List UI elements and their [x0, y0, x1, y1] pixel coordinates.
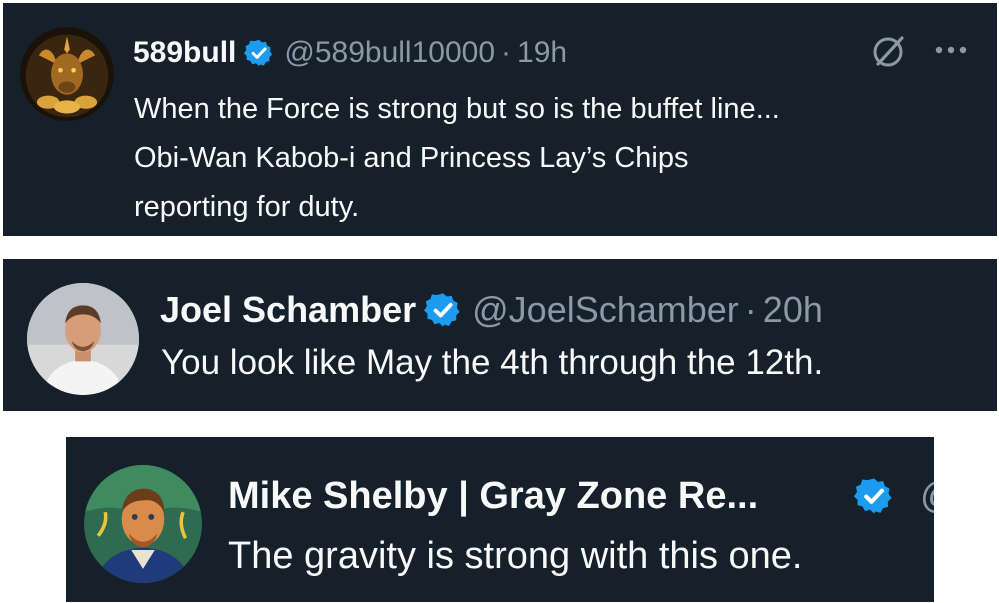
display-name[interactable]: Joel Schamber [160, 289, 416, 331]
painted-portrait-avatar-icon[interactable] [84, 465, 202, 583]
more-icon[interactable] [933, 43, 969, 57]
verified-badge-icon [424, 291, 462, 329]
separator-dot: · [744, 289, 757, 330]
person-avatar-icon[interactable] [27, 283, 139, 395]
timestamp[interactable]: 19h [517, 36, 567, 70]
tweet-text-line: reporting for duty. [134, 191, 360, 223]
verified-badge-wrap [854, 471, 904, 521]
timestamp[interactable]: 20h [763, 289, 823, 331]
handle[interactable]: @JoelSchamber [472, 289, 739, 331]
tweet-text-line: Obi-Wan Kabob-i and Princess Lay’s Chips [134, 142, 689, 174]
page: 589bull @589bull10000 · 19h When the For… [0, 0, 999, 603]
bull-avatar-icon[interactable] [20, 27, 114, 121]
tweet-text-line: When the Force is strong but so is the b… [134, 93, 780, 125]
display-name[interactable]: Mike Shelby | Gray Zone Re... [228, 475, 758, 518]
tweet-card[interactable]: Joel Schamber @JoelSchamber · 20h You lo… [3, 259, 997, 411]
tweet-card[interactable]: Mike Shelby | Gray Zone Re... @ The grav… [66, 437, 934, 602]
tweet-card[interactable]: 589bull @589bull10000 · 19h When the For… [3, 3, 997, 236]
tweet-text: When the Force is strong but so is the b… [134, 85, 780, 232]
handle[interactable]: @ [920, 471, 934, 521]
verified-badge-icon [244, 38, 274, 68]
verified-badge-icon [854, 476, 894, 516]
tweet-text-line: You look like May the 4th through the 12… [161, 343, 824, 382]
tweet-text-line: The gravity is strong with this one. [228, 535, 803, 577]
tweet-header: Mike Shelby | Gray Zone Re... [228, 471, 758, 521]
handle[interactable]: @589bull10000 [284, 36, 495, 70]
display-name[interactable]: 589bull [133, 36, 236, 70]
grok-icon[interactable] [869, 31, 909, 71]
separator-dot: · [501, 36, 512, 69]
tweet-header: 589bull @589bull10000 · 19h [133, 31, 567, 75]
tweet-text: You look like May the 4th through the 12… [161, 339, 823, 387]
tweet-header: Joel Schamber @JoelSchamber · 20h [160, 286, 823, 334]
tweet-text: The gravity is strong with this one. [228, 530, 802, 582]
